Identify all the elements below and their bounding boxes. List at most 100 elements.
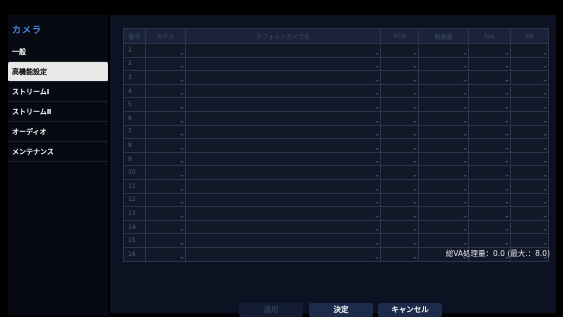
table-cell[interactable]	[380, 151, 419, 167]
cancel-button[interactable]: キャンセル	[378, 303, 442, 317]
dropdown-cell[interactable]	[381, 194, 418, 207]
dropdown-cell[interactable]	[469, 44, 510, 57]
dropdown-cell[interactable]	[511, 112, 548, 125]
table-row[interactable]: 5	[123, 97, 549, 112]
dropdown-cell[interactable]	[186, 139, 380, 152]
dropdown-cell[interactable]	[511, 153, 548, 166]
dropdown-cell[interactable]	[469, 221, 510, 234]
dropdown-cell[interactable]	[186, 207, 380, 220]
dropdown-cell[interactable]	[146, 71, 185, 84]
sidebar-item-stream-2[interactable]: ストリームⅡ	[8, 102, 108, 122]
table-cell[interactable]	[380, 165, 419, 180]
table-cell[interactable]	[380, 206, 419, 221]
table-cell[interactable]	[468, 219, 511, 235]
dropdown-cell[interactable]	[146, 98, 185, 111]
table-cell[interactable]	[510, 56, 549, 72]
dropdown-cell[interactable]	[419, 44, 468, 57]
dropdown-cell[interactable]	[469, 139, 510, 152]
table-cell[interactable]	[380, 110, 419, 126]
dropdown-cell[interactable]	[146, 166, 185, 179]
dropdown-cell[interactable]	[381, 71, 418, 84]
table-cell[interactable]	[145, 192, 186, 208]
dropdown-cell[interactable]	[419, 85, 468, 98]
sidebar-item-audio[interactable]: オーディオ	[8, 122, 108, 142]
dropdown-cell[interactable]	[186, 248, 380, 261]
dropdown-cell[interactable]	[511, 221, 548, 234]
table-cell[interactable]	[145, 138, 186, 153]
dropdown-cell[interactable]	[511, 194, 548, 207]
table-cell[interactable]	[145, 219, 186, 235]
table-cell[interactable]	[380, 124, 419, 140]
table-cell[interactable]	[468, 110, 511, 126]
dropdown-cell[interactable]	[419, 58, 468, 71]
table-cell[interactable]	[418, 138, 469, 153]
table-cell[interactable]	[468, 97, 511, 112]
table-cell[interactable]	[418, 206, 469, 221]
table-cell[interactable]	[510, 124, 549, 140]
table-cell[interactable]	[185, 192, 381, 208]
table-cell[interactable]	[510, 70, 549, 85]
dropdown-cell[interactable]	[419, 194, 468, 207]
dropdown-cell[interactable]	[186, 126, 380, 139]
table-cell[interactable]	[510, 178, 549, 194]
dropdown-cell[interactable]	[381, 44, 418, 57]
dropdown-cell[interactable]	[381, 112, 418, 125]
table-cell[interactable]	[185, 110, 381, 126]
dropdown-cell[interactable]	[469, 166, 510, 179]
table-cell[interactable]	[380, 97, 419, 112]
table-cell[interactable]	[418, 110, 469, 126]
table-cell[interactable]	[185, 43, 381, 58]
table-cell[interactable]	[145, 43, 186, 58]
table-cell[interactable]	[380, 56, 419, 72]
dropdown-cell[interactable]	[511, 207, 548, 220]
dropdown-cell[interactable]	[511, 139, 548, 152]
table-row[interactable]: 7	[123, 124, 549, 140]
table-row[interactable]: 10	[123, 165, 549, 180]
table-cell[interactable]	[145, 151, 186, 167]
dropdown-cell[interactable]	[469, 180, 510, 193]
table-cell[interactable]	[380, 219, 419, 235]
table-cell[interactable]	[510, 97, 549, 112]
dropdown-cell[interactable]	[469, 153, 510, 166]
table-cell[interactable]	[185, 178, 381, 194]
dropdown-cell[interactable]	[186, 153, 380, 166]
table-row[interactable]: 13	[123, 206, 549, 221]
table-cell[interactable]	[468, 206, 511, 221]
table-cell[interactable]	[185, 151, 381, 167]
dropdown-cell[interactable]	[419, 207, 468, 220]
table-cell[interactable]	[510, 138, 549, 153]
table-cell[interactable]	[510, 165, 549, 180]
dropdown-cell[interactable]	[381, 221, 418, 234]
table-row[interactable]: 6	[123, 110, 549, 126]
dropdown-cell[interactable]	[511, 85, 548, 98]
table-cell[interactable]	[468, 233, 511, 248]
dropdown-cell[interactable]	[511, 71, 548, 84]
dropdown-cell[interactable]	[146, 139, 185, 152]
table-cell[interactable]	[145, 246, 186, 262]
dropdown-cell[interactable]	[146, 126, 185, 139]
dropdown-cell[interactable]	[469, 112, 510, 125]
dropdown-cell[interactable]	[146, 112, 185, 125]
table-cell[interactable]	[380, 246, 419, 262]
table-cell[interactable]	[418, 56, 469, 72]
table-cell[interactable]	[510, 110, 549, 126]
table-cell[interactable]	[380, 192, 419, 208]
table-row[interactable]: 12	[123, 192, 549, 208]
table-cell[interactable]	[145, 70, 186, 85]
table-cell[interactable]	[418, 219, 469, 235]
dropdown-cell[interactable]	[469, 58, 510, 71]
dropdown-cell[interactable]	[511, 166, 548, 179]
table-cell[interactable]	[185, 246, 381, 262]
table-cell[interactable]	[418, 124, 469, 140]
dropdown-cell[interactable]	[186, 234, 380, 247]
dropdown-cell[interactable]	[381, 85, 418, 98]
table-cell[interactable]	[418, 97, 469, 112]
table-cell[interactable]	[145, 97, 186, 112]
table-cell[interactable]	[510, 206, 549, 221]
table-row[interactable]: 1	[123, 43, 549, 58]
dropdown-cell[interactable]	[469, 194, 510, 207]
dropdown-cell[interactable]	[511, 98, 548, 111]
table-cell[interactable]	[145, 110, 186, 126]
table-cell[interactable]	[185, 56, 381, 72]
dropdown-cell[interactable]	[381, 207, 418, 220]
